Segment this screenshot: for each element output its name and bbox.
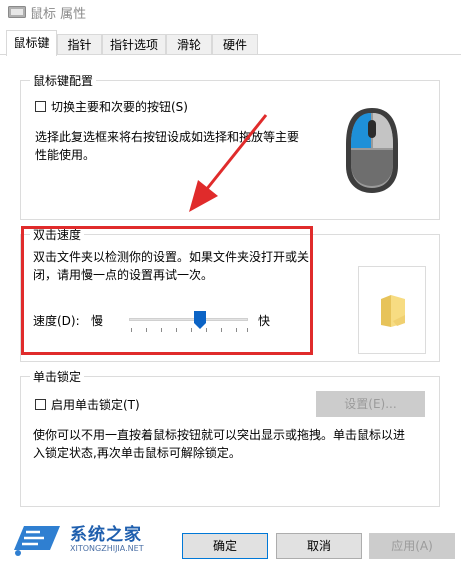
tab-pointer-options[interactable]: 指针选项 — [102, 34, 166, 54]
click-lock-title: 单击锁定 — [30, 368, 85, 385]
tab-wheel[interactable]: 滑轮 — [166, 34, 212, 54]
red-highlight-box — [21, 226, 313, 355]
switch-buttons-checkbox[interactable] — [35, 101, 46, 112]
click-lock-settings-button[interactable]: 设置(E)... — [316, 391, 425, 417]
cancel-button[interactable]: 取消 — [276, 533, 362, 559]
watermark-cn-text: 系统之家 — [70, 525, 142, 545]
watermark-logo-icon — [14, 526, 60, 556]
tab-mouse-buttons[interactable]: 鼠标键 — [6, 30, 57, 56]
title-bar: 鼠标 属性 — [0, 0, 461, 26]
button-config-title: 鼠标键配置 — [30, 72, 97, 89]
ok-button[interactable]: 确定 — [182, 533, 268, 559]
mouse-icon — [346, 108, 398, 193]
apply-button[interactable]: 应用(A) — [369, 533, 455, 559]
click-lock-checkbox[interactable] — [35, 399, 46, 410]
tab-hardware[interactable]: 硬件 — [212, 34, 258, 54]
test-folder-area[interactable] — [358, 266, 426, 354]
mouse-app-icon — [8, 6, 26, 18]
button-config-desc-2: 性能使用。 — [35, 148, 96, 162]
window-title: 鼠标 属性 — [30, 7, 87, 22]
click-lock-desc-2: 入锁定状态,再次单击鼠标可解除锁定。 — [33, 446, 241, 460]
red-arrow-annotation — [189, 114, 268, 212]
click-lock-label[interactable]: 启用单击锁定(T) — [51, 396, 140, 413]
tab-pointers[interactable]: 指针 — [57, 34, 102, 54]
click-lock-desc-1: 使你可以不用一直按着鼠标按钮就可以突出显示或拖拽。单击鼠标以进 — [33, 428, 406, 442]
tab-strip: 鼠标键 指针 指针选项 滑轮 硬件 — [0, 30, 461, 56]
switch-buttons-label[interactable]: 切换主要和次要的按钮(S) — [51, 98, 188, 115]
folder-icon[interactable] — [377, 293, 409, 329]
site-watermark: 系统之家 XITONGZHIJIA.NET — [0, 512, 170, 565]
watermark-en-text: XITONGZHIJIA.NET — [70, 544, 144, 553]
